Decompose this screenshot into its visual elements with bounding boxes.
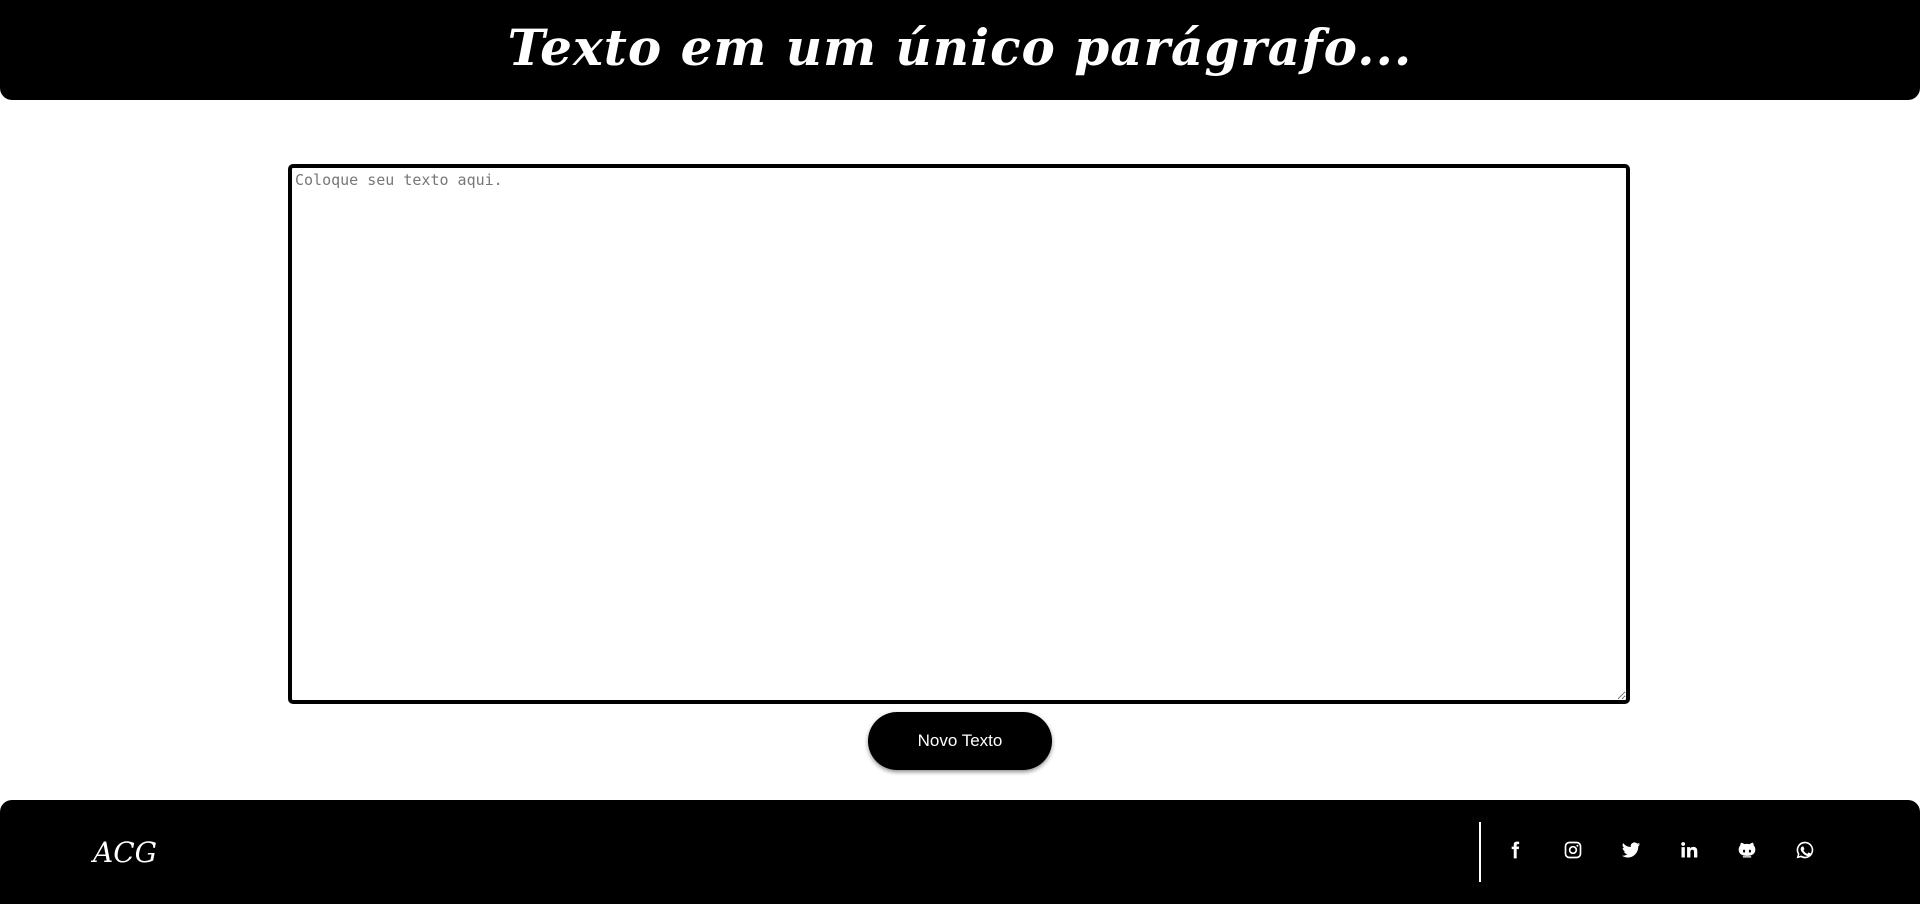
footer-bar: ACG	[0, 800, 1920, 904]
main-content: Novo Texto	[0, 100, 1920, 800]
page: Texto em um único parágrafo... Novo Text…	[0, 0, 1920, 904]
twitter-link[interactable]	[1602, 828, 1660, 876]
social-links	[1486, 828, 1834, 876]
twitter-icon	[1621, 840, 1641, 865]
new-text-button[interactable]: Novo Texto	[868, 712, 1052, 770]
header-bar: Texto em um único parágrafo...	[0, 0, 1920, 100]
text-input-area[interactable]	[288, 164, 1630, 704]
facebook-link[interactable]	[1486, 828, 1544, 876]
footer-divider	[1479, 822, 1481, 882]
github-link[interactable]	[1718, 828, 1776, 876]
footer-brand: ACG	[93, 836, 158, 869]
linkedin-icon	[1679, 840, 1699, 865]
whatsapp-icon	[1795, 840, 1815, 865]
instagram-link[interactable]	[1544, 828, 1602, 876]
github-icon	[1737, 840, 1757, 865]
page-title: Texto em um único parágrafo...	[507, 17, 1413, 77]
instagram-icon	[1563, 840, 1583, 865]
facebook-icon	[1505, 840, 1525, 865]
linkedin-link[interactable]	[1660, 828, 1718, 876]
whatsapp-link[interactable]	[1776, 828, 1834, 876]
